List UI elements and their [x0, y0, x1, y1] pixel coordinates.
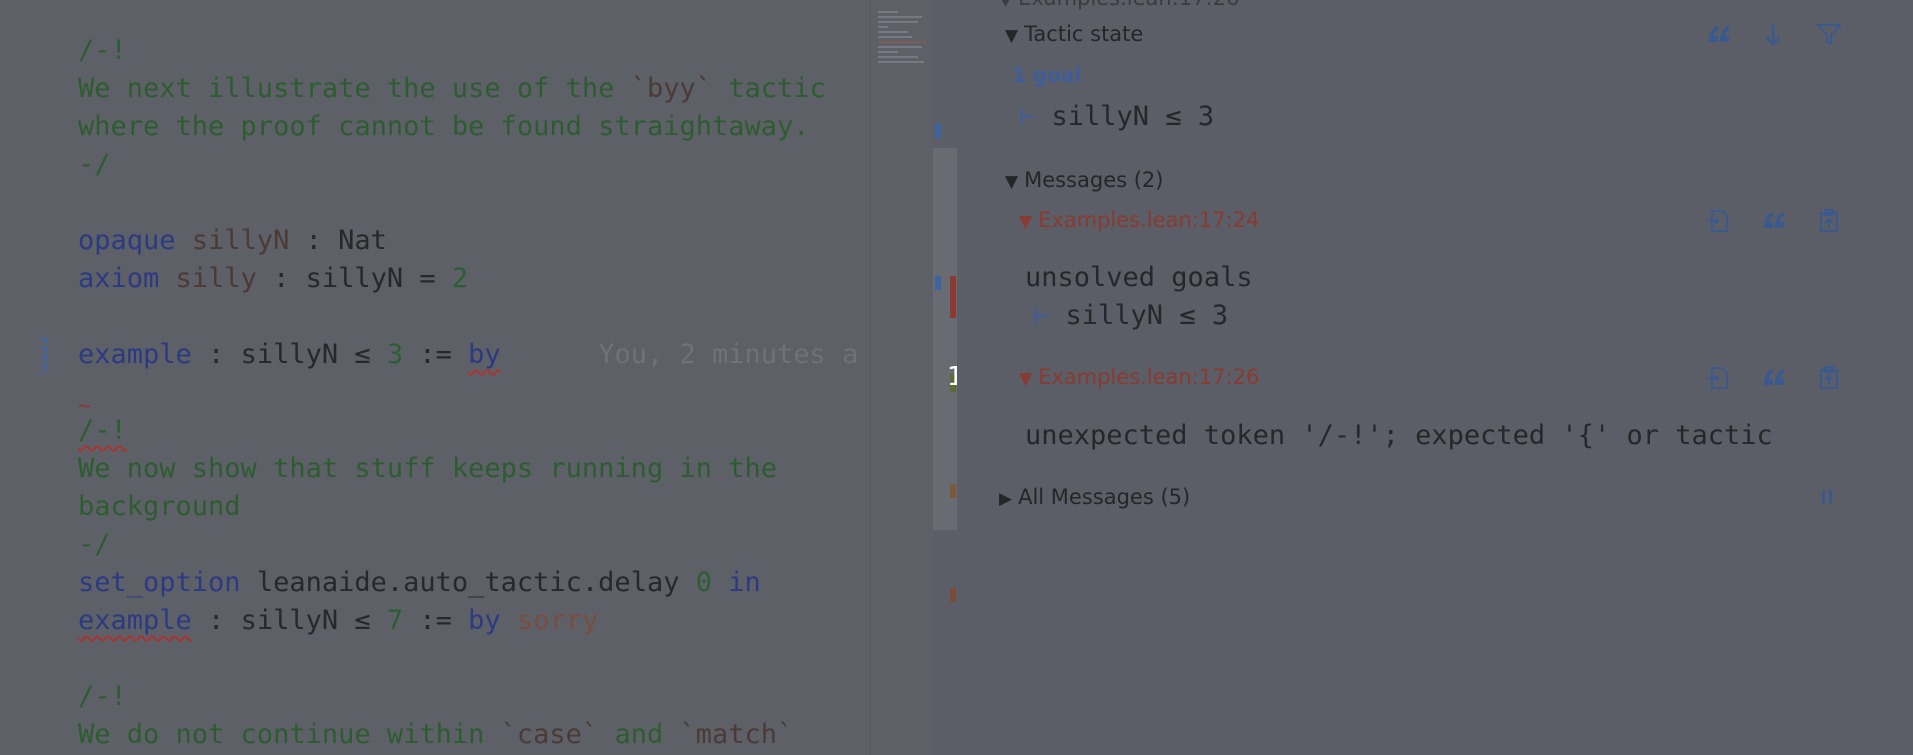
code-token: We do not continue within: [78, 719, 501, 750]
code-line[interactable]: where the proof cannot be found straight…: [78, 108, 810, 146]
code-token: by: [468, 339, 501, 370]
code-token: `case`: [500, 719, 599, 750]
code-token: : sillyN ≤: [191, 339, 387, 370]
code-token: sillyN: [191, 225, 290, 256]
lean-infoview: ▼Examples.lean:17:26 ▼Tactic state 1 goa…: [957, 0, 1913, 755]
code-token: 7: [386, 605, 404, 636]
go-to-file-icon[interactable]: [1706, 208, 1732, 234]
code-token: :=: [403, 605, 469, 636]
code-token: set_option: [78, 567, 241, 598]
message-text-1: unsolved goals: [1025, 262, 1253, 293]
copy-to-comment-icon[interactable]: [1816, 208, 1842, 234]
code-line[interactable]: set_option leanaide.auto_tactic.delay 0 …: [78, 564, 761, 602]
code-line[interactable]: We now show that stuff keeps running in …: [78, 450, 777, 488]
code-token: -/: [78, 149, 111, 180]
code-token: by: [468, 605, 501, 636]
scroll-marker: [950, 588, 956, 602]
message-location-2[interactable]: ▼ Examples.lean:17:26: [1019, 365, 1259, 389]
go-to-file-icon[interactable]: [1706, 365, 1732, 391]
code-token: in: [728, 567, 761, 598]
collapse-triangle-icon: ▼: [1005, 26, 1019, 46]
goal-hypothesis[interactable]: ⊢ sillyN ≤ 3: [1019, 101, 1214, 132]
code-line[interactable]: background: [78, 488, 241, 526]
git-change-marker: [42, 336, 47, 374]
code-token: :=: [403, 339, 469, 370]
scroll-error-marker: [950, 276, 956, 318]
message-location-1[interactable]: ▼ Examples.lean:17:24: [1019, 208, 1259, 232]
code-token: silly: [175, 263, 257, 294]
code-line[interactable]: -/: [78, 526, 111, 564]
copy-to-comment-icon[interactable]: [1816, 365, 1842, 391]
code-line[interactable]: /-!: [78, 678, 127, 716]
quote-icon[interactable]: [1705, 22, 1733, 46]
code-token: and: [598, 719, 680, 750]
code-line[interactable]: /-!: [78, 32, 127, 70]
expand-triangle-icon: ▶: [999, 489, 1013, 509]
scrollbar-thumb[interactable]: [933, 148, 957, 530]
arrow-down-icon[interactable]: [1763, 22, 1783, 48]
code-token: 2: [451, 263, 469, 294]
code-editor[interactable]: /-! We next illustrate the use of the `b…: [0, 0, 933, 755]
code-token: We now show that stuff keeps running in …: [78, 453, 777, 484]
goal-count: 1 goal: [1012, 63, 1082, 87]
code-token: sorry: [516, 605, 599, 636]
code-token: background: [78, 491, 241, 522]
code-token: : Nat: [289, 225, 387, 256]
code-line[interactable]: example : sillyN ≤ 3 := by You, 2 minute…: [78, 336, 858, 374]
previous-section-header: ▼Examples.lean:17:26: [999, 0, 1239, 10]
scroll-marker: [935, 124, 941, 138]
code-line[interactable]: axiom silly : sillyN = 2: [78, 260, 468, 298]
pause-icon[interactable]: [1818, 486, 1836, 508]
scroll-marker: [935, 276, 941, 290]
code-token: opaque: [78, 225, 176, 256]
code-token: We next illustrate the use of the: [78, 73, 631, 104]
code-token: where the proof cannot be found straight…: [78, 111, 810, 142]
code-token: -/: [78, 529, 111, 560]
code-token: example: [78, 339, 192, 370]
code-token: 0: [695, 567, 712, 598]
code-token: /-!: [78, 415, 127, 446]
minimap-divider: [870, 0, 871, 755]
tactic-state-header[interactable]: ▼ Tactic state: [1005, 22, 1143, 46]
code-token: You, 2 minutes a: [598, 339, 859, 370]
code-token: tactic: [711, 73, 826, 104]
code-token: `byy`: [630, 73, 712, 104]
minimap[interactable]: [878, 8, 932, 88]
code-token: : sillyN ≤: [191, 605, 387, 636]
code-token: 3: [386, 339, 404, 370]
quote-icon[interactable]: [1760, 208, 1788, 232]
code-token: `match`: [679, 719, 794, 750]
code-line[interactable]: -/: [78, 146, 111, 184]
all-messages-header[interactable]: ▶ All Messages (5): [999, 485, 1190, 509]
code-line[interactable]: We next illustrate the use of the `byy` …: [78, 70, 826, 108]
code-line[interactable]: example : sillyN ≤ 7 := by sorry: [78, 602, 598, 640]
message-goal-1: ⊢ sillyN ≤ 3: [1033, 300, 1229, 331]
code-line[interactable]: opaque sillyN : Nat: [78, 222, 387, 260]
filter-icon[interactable]: [1816, 22, 1842, 48]
message-text-2: unexpected token '/-!'; expected '{' or …: [1025, 420, 1773, 451]
code-token: axiom: [78, 263, 160, 294]
quote-icon[interactable]: [1760, 365, 1788, 389]
code-token: /-!: [78, 35, 127, 66]
code-token: /-!: [78, 681, 127, 712]
code-line[interactable]: We do not continue within `case` and `ma…: [78, 716, 793, 754]
messages-header[interactable]: ▼ Messages (2): [1005, 168, 1163, 192]
code-token: : sillyN =: [256, 263, 452, 294]
scroll-marker: [950, 484, 956, 498]
code-line[interactable]: /-!: [78, 412, 127, 450]
code-token: leanaide.auto_tactic.delay: [240, 567, 696, 598]
code-token: example: [78, 605, 192, 636]
collapse-triangle-icon: ▼: [1005, 172, 1019, 192]
turnstile: ⊢: [1019, 101, 1036, 132]
